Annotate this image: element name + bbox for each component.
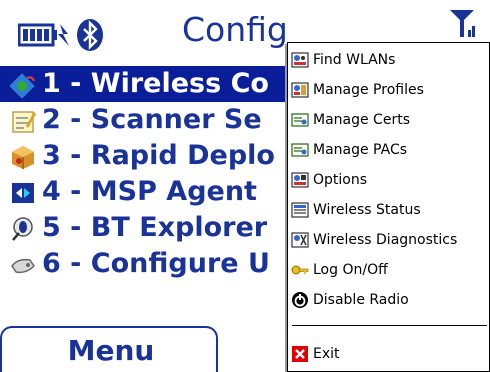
key-icon [291, 265, 309, 275]
list-item-label: 5 - BT Explorer [42, 212, 268, 243]
menu-item-label: Wireless Diagnostics [313, 232, 458, 248]
bluetooth-icon [77, 19, 103, 51]
menu-softkey[interactable]: Menu [0, 326, 218, 372]
antenna-icon [450, 10, 475, 37]
menu-item-label: Options [313, 172, 368, 188]
list-item-label: 2 - Scanner Se [42, 104, 262, 135]
menu-item-label: Disable Radio [313, 292, 409, 308]
screen: Config 1 - Wireless Co 2 - Scanner Se 3 … [0, 0, 490, 372]
menu-item-label: Exit [313, 346, 340, 362]
notepad-icon [12, 111, 36, 133]
menu-item-label: Manage Profiles [313, 82, 424, 98]
menu-item-label: Wireless Status [313, 202, 421, 218]
pac-icon [291, 143, 309, 157]
menu-separator [292, 325, 487, 326]
list-item-label: 1 - Wireless Co [42, 68, 269, 99]
battery-icon [18, 23, 69, 47]
menu-item-manage-profiles[interactable]: Manage Profiles [288, 75, 490, 105]
package-icon [12, 146, 34, 169]
msp-agent-icon [12, 183, 34, 203]
wireless-diagnostics-icon [291, 232, 309, 248]
context-menu: Find WLANs Manage Profiles Manage Certs [287, 42, 490, 372]
wireless-icon [10, 73, 35, 98]
list-item-label: 6 - Configure U [42, 248, 270, 279]
manage-profiles-icon [291, 82, 309, 98]
wireless-status-icon [291, 202, 309, 218]
menu-item-options[interactable]: Options [288, 165, 490, 195]
menu-item-wireless-diagnostics[interactable]: Wireless Diagnostics [288, 225, 490, 255]
exit-icon [292, 346, 308, 362]
find-wlans-icon [291, 52, 309, 68]
menu-item-manage-certs[interactable]: Manage Certs [288, 105, 490, 135]
page-title: Config [182, 10, 288, 49]
menu-item-log-on-off[interactable]: Log On/Off [288, 255, 490, 285]
options-icon [291, 172, 309, 188]
menu-item-label: Manage PACs [313, 142, 408, 158]
menu-item-label: Log On/Off [313, 262, 388, 278]
list-item-label: 3 - Rapid Deplo [42, 140, 275, 171]
menu-item-exit[interactable]: Exit [288, 339, 490, 369]
power-icon [292, 292, 308, 308]
menu-item-manage-pacs[interactable]: Manage PACs [288, 135, 490, 165]
list-item-label: 4 - MSP Agent [42, 176, 257, 207]
bluetooth-explorer-icon [12, 217, 33, 241]
menu-item-wireless-status[interactable]: Wireless Status [288, 195, 490, 225]
configure-icon [11, 258, 35, 274]
menu-item-label: Manage Certs [313, 112, 410, 128]
menu-item-label: Find WLANs [313, 52, 396, 68]
certificate-icon [291, 113, 309, 127]
menu-item-disable-radio[interactable]: Disable Radio [288, 285, 490, 315]
menu-softkey-label: Menu [67, 334, 155, 367]
menu-item-find-wlans[interactable]: Find WLANs [288, 45, 490, 75]
